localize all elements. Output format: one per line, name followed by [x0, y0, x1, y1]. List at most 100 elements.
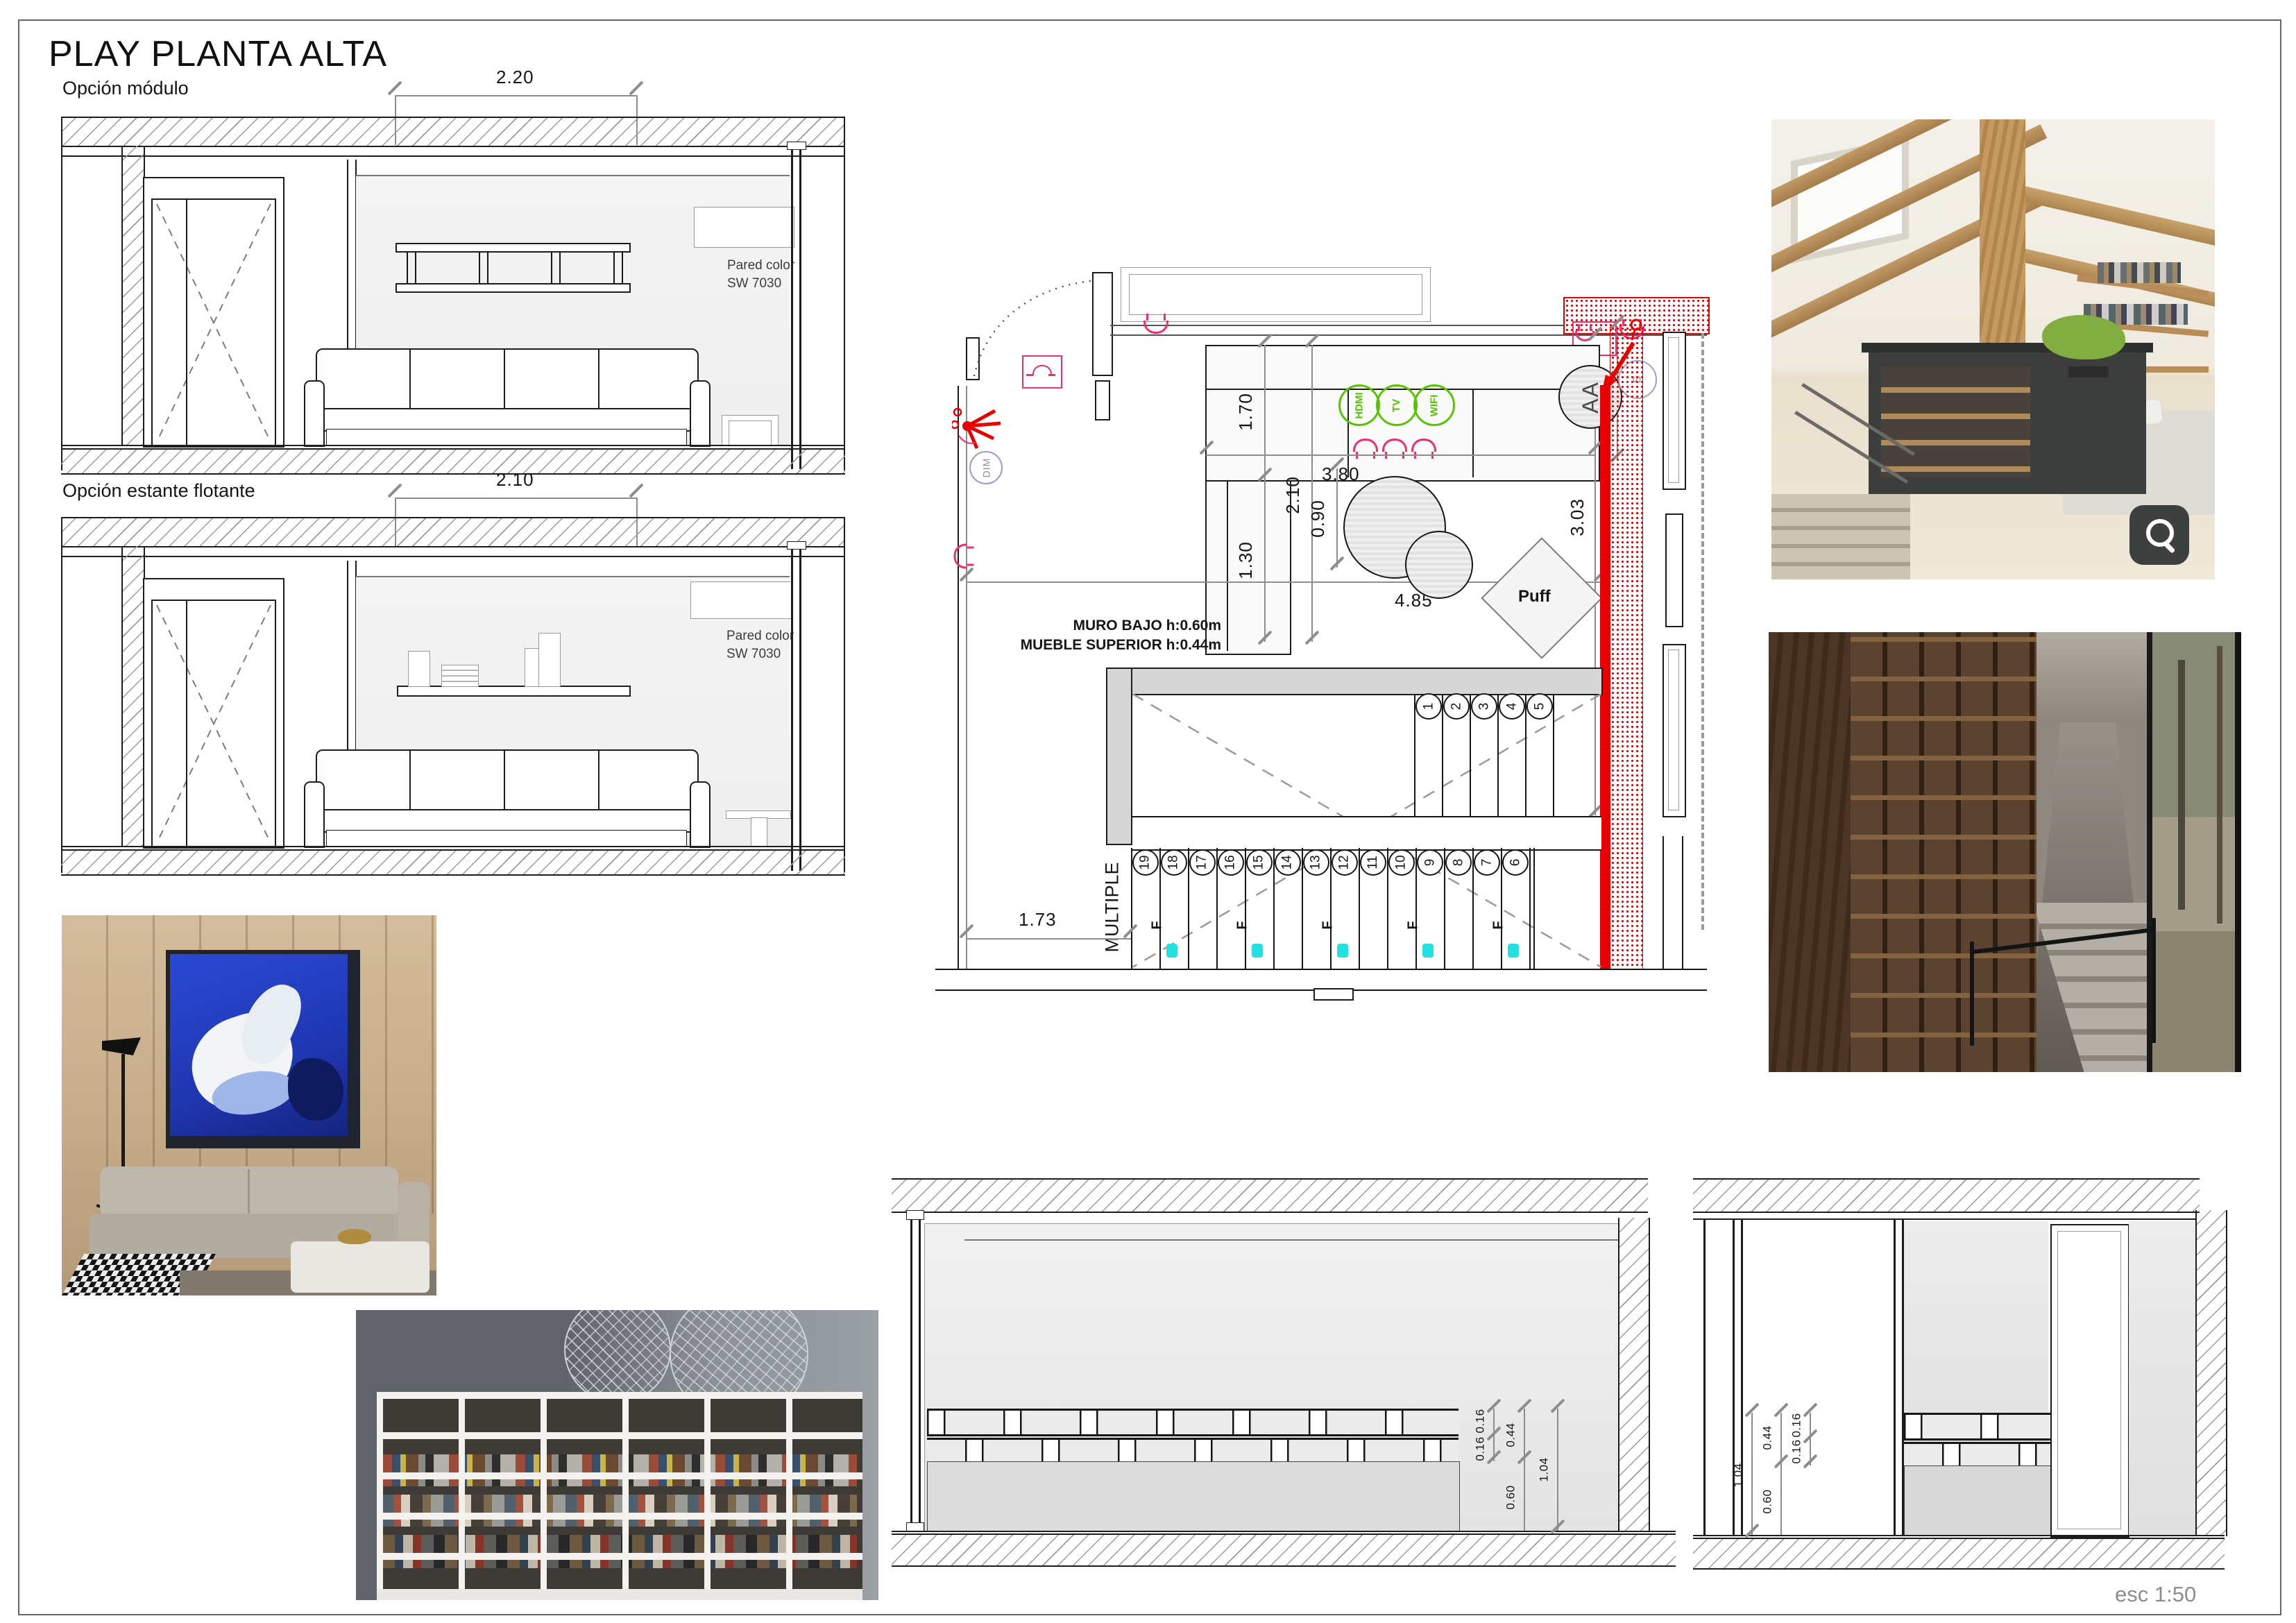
- stair-tread-number: 12: [1332, 849, 1358, 876]
- dim-line-2-20: [396, 95, 637, 96]
- stair-tread-number: 14: [1275, 849, 1301, 876]
- door-x-brace: [153, 601, 275, 847]
- wall-pier-hatch: [121, 546, 145, 846]
- dim-label-stair-width: 1.73: [1019, 909, 1057, 931]
- section-mullion: [1733, 1218, 1735, 1535]
- plan-door-jamb-lower: [1095, 380, 1110, 420]
- sofa-cushion-divider: [409, 350, 411, 408]
- dim-line-2-10: [396, 498, 637, 499]
- section-glass-panel: [2129, 1221, 2195, 1535]
- stair-tread-number: 18: [1161, 849, 1187, 876]
- tv-connection: TV: [1376, 384, 1418, 426]
- step-light-led: [1252, 944, 1263, 958]
- stair-tread-number: 3: [1471, 693, 1497, 720]
- wifi-connection: WIFI: [1413, 384, 1455, 426]
- ceiling-lamp-symbol-box: [1022, 355, 1062, 389]
- floor-line: [61, 846, 845, 847]
- section-ceiling-hatch: [892, 1178, 1648, 1213]
- section-label-option-module: Opción módulo: [62, 78, 189, 99]
- dimmer-label: DIM: [980, 458, 992, 478]
- window-frame-inner: [1668, 337, 1679, 483]
- lens-search-button[interactable]: [2129, 505, 2189, 565]
- glazing-mullion: [799, 148, 801, 469]
- dim-label-clear-side: 1.30: [1235, 541, 1257, 579]
- stair-tread-number: 13: [1303, 849, 1329, 876]
- plan-sofa-divider: [1472, 390, 1474, 477]
- sofa-cushion-divider: [504, 350, 505, 408]
- wood-shelving-grid: [1851, 632, 2036, 1072]
- sofa-seat: [316, 408, 699, 432]
- stair-tread-number: 9: [1417, 849, 1443, 876]
- sofa-seat: [316, 809, 699, 833]
- glazing-mullion: [791, 148, 793, 469]
- dimmer-luminaire-icon: [952, 402, 1007, 458]
- section-label-option-shelf: Opción estante flotante: [62, 480, 255, 502]
- section-ceiling-line: [1693, 1218, 2195, 1220]
- lamp-foot: [1048, 374, 1055, 376]
- dimmer-circle: DIM: [969, 451, 1003, 484]
- upper-cabinet-note: MUEBLE SUPERIOR h:0.44m: [998, 637, 1221, 654]
- bookshelf-shelves: [1881, 366, 2030, 477]
- step-light-led: [1166, 944, 1177, 958]
- elevation-left-edge: [61, 517, 62, 873]
- side-table-inner: [729, 420, 772, 445]
- stair-tread-number: 6: [1502, 849, 1529, 876]
- tree-trunk: [2178, 660, 2185, 910]
- shelf-base: [377, 1589, 862, 1600]
- elevation-right-edge: [844, 117, 845, 470]
- photo-corridor: [1769, 632, 2241, 1072]
- stair-wall-top: [1106, 668, 1603, 695]
- section-floor-hatch: [892, 1533, 1676, 1567]
- stair-tread-number: 1: [1415, 693, 1442, 720]
- wall-module-top-rail: [396, 243, 631, 253]
- module-post: [407, 251, 416, 283]
- photo-bookshelf: [356, 1310, 878, 1600]
- mullion-head: [787, 541, 806, 550]
- dim-label-shelf-t2: 0.16: [1790, 1439, 1804, 1463]
- tv-label: TV: [1391, 398, 1402, 411]
- plan-top-wall: [1110, 325, 1563, 326]
- sofa-base: [326, 429, 687, 445]
- hdmi-label: HDMI: [1353, 392, 1365, 418]
- dim-line-060: [1524, 1461, 1525, 1531]
- wall-pier-hatch: [121, 146, 145, 445]
- soffit-line: [61, 155, 845, 157]
- red-dotted-band: [1610, 326, 1643, 970]
- plan-top-wall-inner: [1110, 334, 1563, 336]
- stair-tread-number: 16: [1218, 849, 1244, 876]
- door-leaf: [151, 198, 276, 448]
- dim-label-table-dia: 0.90: [1307, 500, 1329, 538]
- door-leaf: [151, 600, 276, 849]
- property-dashed-line: [1701, 333, 1704, 930]
- lamp-foot: [1026, 374, 1033, 376]
- round-table-small: [1405, 531, 1473, 599]
- step-light-label: F: [1491, 921, 1507, 929]
- lens-magnifier-handle: [2163, 541, 2176, 554]
- sofa-cushion-divider: [598, 751, 599, 809]
- dim-line-1-73: [966, 938, 1131, 940]
- module-post: [551, 251, 561, 283]
- stair-tread-number: 5: [1527, 693, 1553, 720]
- dim-label-shelf-t1: 0.16: [1474, 1409, 1488, 1433]
- window-frame: [1665, 513, 1683, 627]
- stair-tread-number: 11: [1360, 849, 1386, 876]
- floor-slab-hatch: [61, 849, 845, 876]
- sofa-armrest-left: [304, 380, 325, 447]
- shelf-rail-upper: [1904, 1413, 2051, 1441]
- picture-frame: [538, 633, 561, 687]
- metal-railing-post: [2152, 918, 2156, 1043]
- section-right-pier-hatch: [2195, 1210, 2227, 1536]
- shelf-rail-upper: [927, 1409, 1459, 1436]
- photo-living-room: [62, 915, 436, 1295]
- step-light-label: F: [1320, 921, 1336, 929]
- window-frame-inner: [1668, 649, 1679, 810]
- sofa-cushion-divider: [409, 751, 411, 809]
- step-light-led: [1337, 944, 1348, 958]
- ceiling-slab-hatch: [61, 117, 845, 147]
- mullion-head: [906, 1210, 924, 1220]
- lens-magnifier-icon: [2146, 519, 2174, 547]
- low-wall: [927, 1461, 1460, 1532]
- sofa-cushion-split: [248, 1169, 250, 1215]
- adjacent-room-inner: [1129, 274, 1422, 315]
- door-leaf-split: [186, 600, 187, 846]
